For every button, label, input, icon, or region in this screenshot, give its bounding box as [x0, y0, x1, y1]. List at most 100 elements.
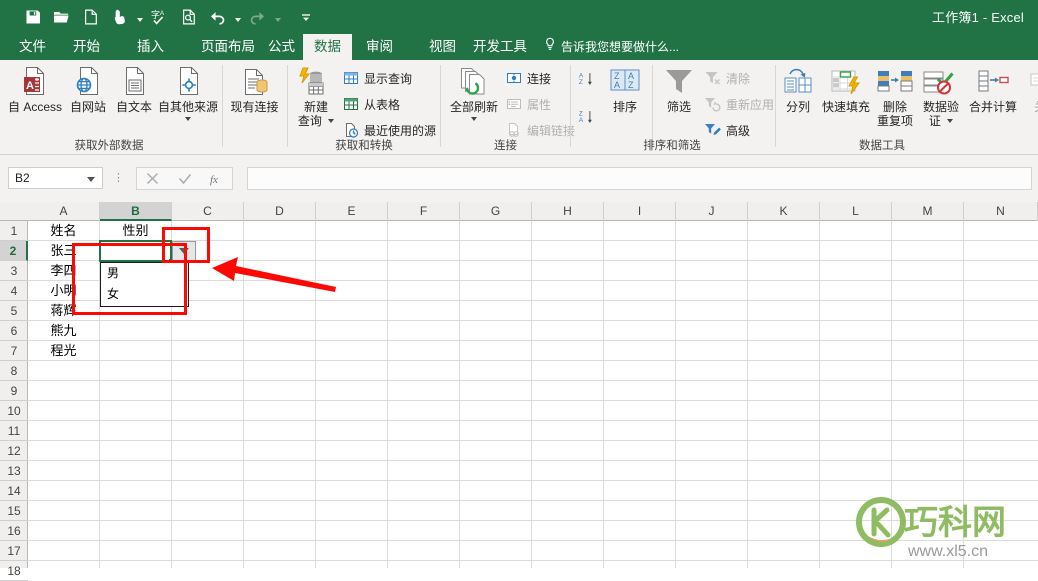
row-header-15[interactable]: 15 — [0, 501, 28, 521]
ribbon-button-from-web[interactable]: 自网站 — [66, 64, 110, 114]
row-header-18[interactable]: 18 — [0, 561, 28, 581]
from-other-sources-dropdown-icon[interactable] — [185, 117, 191, 121]
tab-data[interactable]: 数据 — [303, 34, 352, 60]
cell-A7[interactable]: 程光 — [28, 341, 99, 361]
column-header-l[interactable]: L — [820, 202, 892, 221]
row-header-2[interactable]: 2 — [0, 241, 28, 261]
cell-A1[interactable]: 姓名 — [28, 221, 99, 241]
tell-me-box[interactable]: 告诉我您想要做什么... — [544, 34, 679, 60]
ribbon-button-new-query[interactable]: 新建 查询 — [292, 64, 340, 128]
ribbon-button-flash-fill[interactable]: 快速填充 — [819, 64, 873, 114]
spelling-icon[interactable]: 字A — [145, 4, 174, 30]
column-header-i[interactable]: I — [604, 202, 676, 221]
data-validation-icon — [922, 64, 960, 98]
svg-text:A: A — [614, 80, 620, 90]
row-header-12[interactable]: 12 — [0, 441, 28, 461]
ribbon-button-from-access[interactable]: A 自 Access — [6, 64, 64, 114]
svg-text:A: A — [160, 11, 164, 17]
tab-file[interactable]: 文件 — [8, 34, 57, 60]
column-header-f[interactable]: F — [388, 202, 460, 221]
column-header-a[interactable]: A — [28, 202, 100, 221]
gridline-h — [28, 460, 1038, 461]
ribbon-button-remove-duplicates[interactable]: 删除 重复项 — [875, 64, 915, 128]
formula-input[interactable] — [247, 167, 1032, 190]
customize-qat-icon[interactable] — [291, 4, 320, 30]
redo-dropdown-icon[interactable] — [272, 4, 283, 30]
ribbon-button-sort[interactable]: Z A A Z 排序 — [604, 64, 646, 114]
row-header-6[interactable]: 6 — [0, 321, 28, 341]
lightbulb-icon — [544, 34, 556, 60]
insert-function-icon[interactable]: fx — [200, 168, 232, 189]
tab-review[interactable]: 审阅 — [355, 34, 404, 60]
ribbon-label-consolidate: 合并计算 — [968, 100, 1017, 114]
refresh-all-dropdown-icon[interactable] — [471, 117, 477, 121]
ribbon-button-data-validation[interactable]: 数据验 证 — [917, 64, 965, 128]
ribbon-button-filter[interactable]: 筛选 — [658, 64, 700, 114]
tab-view[interactable]: 视图 — [418, 34, 467, 60]
remove-duplicates-icon — [875, 64, 915, 98]
new-query-dropdown-icon[interactable] — [328, 118, 335, 123]
new-icon[interactable] — [76, 4, 105, 30]
ribbon-button-existing-connections[interactable]: 现有连接 — [226, 64, 283, 114]
print-preview-icon[interactable] — [174, 4, 203, 30]
row-header-9[interactable]: 9 — [0, 381, 28, 401]
row-header-14[interactable]: 14 — [0, 481, 28, 501]
ribbon-button-sort-asc[interactable]: AZ — [578, 68, 595, 90]
cancel-icon[interactable] — [137, 168, 169, 189]
save-icon[interactable] — [18, 4, 47, 30]
ribbon-button-sort-desc[interactable]: ZA — [578, 106, 595, 128]
cell-B1[interactable]: 性别 — [100, 221, 171, 241]
ribbon-label-clear: 清除 — [726, 71, 751, 86]
tab-formulas[interactable]: 公式 — [257, 34, 306, 60]
gridline-h — [28, 320, 1038, 321]
undo-dropdown-icon[interactable] — [232, 4, 243, 30]
ribbon-button-refresh-all[interactable]: 全部刷新 — [445, 64, 503, 121]
redo-icon[interactable] — [243, 4, 272, 30]
ribbon-button-from-other-sources[interactable]: 自其他来源 — [155, 64, 221, 121]
open-icon[interactable] — [47, 4, 76, 30]
column-header-g[interactable]: G — [460, 202, 532, 221]
cell-A6[interactable]: 熊九 — [28, 321, 99, 341]
tab-developer[interactable]: 开发工具 — [462, 34, 538, 60]
column-header-m[interactable]: M — [892, 202, 964, 221]
row-header-7[interactable]: 7 — [0, 341, 28, 361]
column-header-n[interactable]: N — [964, 202, 1038, 221]
name-box[interactable]: B2 — [8, 167, 103, 189]
column-header-k[interactable]: K — [748, 202, 820, 221]
ribbon-button-connections[interactable]: 连接 — [505, 67, 551, 89]
touch-mode-dropdown-icon[interactable] — [134, 4, 145, 30]
column-header-c[interactable]: C — [172, 202, 244, 221]
touch-mode-icon[interactable] — [105, 4, 134, 30]
tab-page-layout[interactable]: 页面布局 — [190, 34, 266, 60]
ribbon-button-from-text[interactable]: 自文本 — [112, 64, 156, 114]
row-header-11[interactable]: 11 — [0, 421, 28, 441]
row-header-8[interactable]: 8 — [0, 361, 28, 381]
ribbon-button-consolidate[interactable]: 合并计算 — [965, 64, 1021, 114]
name-box-dropdown-icon[interactable] — [87, 169, 95, 187]
row-header-10[interactable]: 10 — [0, 401, 28, 421]
tab-home[interactable]: 开始 — [62, 34, 111, 60]
ribbon-button-from-table[interactable]: 从表格 — [342, 93, 400, 115]
column-header-e[interactable]: E — [316, 202, 388, 221]
connections-icon — [505, 70, 522, 87]
undo-icon[interactable] — [203, 4, 232, 30]
row-header-5[interactable]: 5 — [0, 301, 28, 321]
row-header-4[interactable]: 4 — [0, 281, 28, 301]
data-validation-dropdown-icon[interactable] — [947, 118, 954, 123]
row-header-3[interactable]: 3 — [0, 261, 28, 281]
ribbon-label-connections: 连接 — [527, 71, 552, 86]
row-header-17[interactable]: 17 — [0, 541, 28, 561]
ribbon-label-flash-fill: 快速填充 — [821, 100, 870, 114]
column-header-b[interactable]: B — [100, 202, 172, 221]
row-header-13[interactable]: 13 — [0, 461, 28, 481]
column-header-h[interactable]: H — [532, 202, 604, 221]
tab-insert[interactable]: 插入 — [126, 34, 175, 60]
enter-icon[interactable] — [169, 168, 201, 189]
row-header-16[interactable]: 16 — [0, 521, 28, 541]
refresh-all-icon — [457, 64, 491, 98]
ribbon-button-text-to-columns[interactable]: 分列 — [779, 64, 817, 114]
column-header-j[interactable]: J — [676, 202, 748, 221]
row-header-1[interactable]: 1 — [0, 221, 28, 241]
column-header-d[interactable]: D — [244, 202, 316, 221]
ribbon-button-show-queries[interactable]: 显示查询 — [342, 67, 412, 89]
